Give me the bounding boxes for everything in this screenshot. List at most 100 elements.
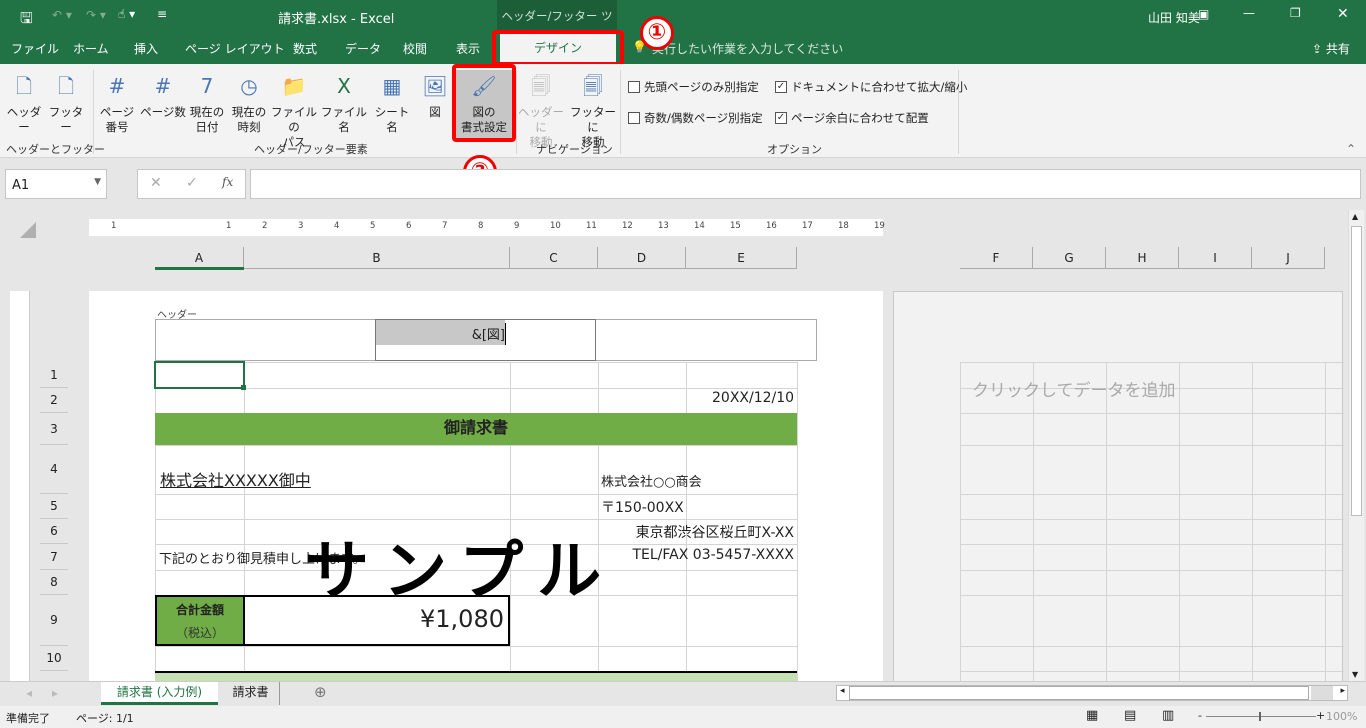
cell-date[interactable]: 20XX/12/10 [712, 390, 794, 406]
header-center-code[interactable]: &[図] [376, 320, 505, 345]
enter-icon[interactable]: ✓ [186, 175, 198, 191]
horizontal-scrollbar[interactable]: ◂ ▸ [836, 685, 1348, 701]
tab-data[interactable]: データ [345, 40, 381, 57]
cell-client[interactable]: 株式会社XXXXX御中 [160, 467, 311, 491]
collapse-ribbon-icon[interactable]: ⌃ [1346, 142, 1356, 156]
zoom-slider[interactable] [1206, 716, 1316, 717]
ruler-tick-label: 7 [442, 221, 448, 231]
cell-company[interactable]: 株式会社○○商会 [601, 471, 702, 490]
calendar-button[interactable]: 7 現在の 日付 [187, 70, 227, 135]
header-button[interactable]: 🗋 ヘッダー [4, 70, 44, 135]
ruler-tick-label: 5 [370, 221, 376, 231]
row-header-7[interactable]: 7 [40, 544, 68, 570]
excel-file-button[interactable]: X ファイル名 [319, 70, 369, 135]
vertical-scrollbar[interactable]: ▲ ▼ [1348, 210, 1364, 684]
ruler-tick-label: 16 [766, 221, 777, 231]
minimize-icon[interactable]: — [1243, 6, 1255, 20]
row-header-5[interactable]: 5 [40, 494, 68, 519]
column-header-H[interactable]: H [1106, 247, 1179, 269]
touch-mode-icon[interactable]: ☝ ▾ [118, 7, 135, 21]
tab-insert[interactable]: 挿入 [134, 40, 158, 57]
sheet-tab[interactable]: 請求書 [222, 682, 280, 705]
checkbox-different-first-page[interactable]: 先頭ページのみ別指定 [628, 79, 759, 95]
tell-me-input[interactable]: 実行したい作業を入力してください [652, 40, 843, 57]
tab-view[interactable]: 表示 [456, 40, 480, 57]
cancel-icon[interactable]: ✕ [150, 175, 162, 191]
next-sheet-icon[interactable]: ▸ [52, 686, 58, 700]
sheet-button[interactable]: ▦ シート名 [372, 70, 412, 135]
row-header-9[interactable]: 9 [40, 595, 68, 646]
name-box[interactable]: A1 ▼ [5, 169, 107, 199]
page-layout-view-icon[interactable]: ▤ [1124, 708, 1136, 723]
vertical-scroll-thumb[interactable] [1351, 226, 1362, 516]
page-count-button[interactable]: # ページ数 [140, 70, 186, 120]
share-button[interactable]: ⇪ 共有 [1312, 40, 1350, 57]
column-header-B[interactable]: B [244, 247, 510, 269]
clock-button[interactable]: ◷ 現在の 時刻 [229, 70, 269, 135]
sheet-tab-active[interactable]: 請求書 (入力例) [101, 682, 218, 705]
row-header-6[interactable]: 6 [40, 519, 68, 544]
user-name[interactable]: 山田 知美 [1148, 9, 1200, 26]
cell-address[interactable]: 東京都渋谷区桜丘町X-XX [636, 522, 794, 542]
prev-sheet-icon[interactable]: ◂ [26, 686, 32, 700]
zoom-out-icon[interactable]: - [1198, 709, 1202, 722]
cell-zip[interactable]: 〒150-00XX [601, 497, 684, 517]
highlight-format-picture [452, 64, 516, 142]
zoom-level[interactable]: 100% [1326, 710, 1357, 723]
horizontal-scroll-thumb[interactable] [849, 686, 1309, 700]
go-to-footer-button[interactable]: 🗐 フッターに 移動 [570, 70, 616, 150]
header-center-section[interactable]: &[図] [375, 319, 596, 361]
column-header-G[interactable]: G [1033, 247, 1106, 269]
column-header-F[interactable]: F [960, 247, 1033, 269]
picture-button[interactable]: 🖼 図 [421, 70, 449, 120]
checkbox-align-margins[interactable]: ✓ ページ余白に合わせて配置 [775, 110, 929, 126]
tab-review[interactable]: 校閲 [403, 40, 427, 57]
row-header-10[interactable]: 10 [40, 646, 68, 671]
formula-input[interactable] [250, 169, 1361, 199]
column-header-A[interactable]: A [155, 247, 244, 269]
row-header-2[interactable]: 2 [40, 388, 68, 413]
page-break-view-icon[interactable]: ▥ [1162, 708, 1174, 723]
checkbox-different-odd-even[interactable]: 奇数/偶数ページ別指定 [628, 110, 763, 126]
save-icon[interactable]: 🖫 [20, 8, 33, 33]
normal-view-icon[interactable]: ▦ [1086, 708, 1098, 723]
checkbox-scale-with-document[interactable]: ✓ ドキュメントに合わせて拡大/縮小 [775, 79, 967, 95]
row-header-3[interactable]: 3 [40, 413, 68, 445]
column-header-I[interactable]: I [1179, 247, 1252, 269]
total-label-cell[interactable]: 合計金額 （税込） [157, 597, 245, 644]
insert-function-icon[interactable]: fx [222, 175, 233, 189]
zoom-in-icon[interactable]: + [1316, 709, 1325, 722]
go-to-header-button[interactable]: 🗐 ヘッダーに 移動 [518, 70, 564, 150]
ribbon-tabs: ファイル ホーム 挿入 ページ レイアウト 数式 データ 校閲 表示 デザイン … [0, 34, 1366, 64]
fill-handle[interactable] [241, 385, 246, 390]
close-icon[interactable]: ✕ [1337, 6, 1349, 22]
undo-icon[interactable]: ↶ ▾ [52, 8, 72, 22]
add-sheet-icon[interactable]: ⊕ [314, 683, 327, 701]
zoom-slider-thumb[interactable] [1259, 712, 1261, 721]
customize-qat-icon[interactable]: ≡ [157, 7, 167, 21]
active-cell-a1[interactable] [154, 361, 245, 389]
ribbon-display-icon[interactable]: ▣ [1198, 7, 1209, 21]
page-number-button[interactable]: # ページ 番号 [99, 70, 135, 135]
watermark-image[interactable]: サンプル [305, 520, 615, 612]
cell-tel[interactable]: TEL/FAX 03-5457-XXXX [632, 547, 794, 563]
cell-title[interactable]: 御請求書 [155, 413, 797, 445]
horizontal-ruler: 1 1 2 3 4 5 6 7 8 9 10 11 12 13 14 15 16 17 18 19 [89, 219, 885, 236]
tab-formulas[interactable]: 数式 [293, 40, 317, 57]
footer-button[interactable]: 🗋 フッター [46, 70, 86, 135]
select-all-button[interactable] [20, 222, 36, 238]
right-page-placeholder[interactable]: クリックしてデータを追加 [972, 376, 1176, 401]
folder-button[interactable]: 📁 ファイルの パス [270, 70, 318, 150]
tab-home[interactable]: ホーム [73, 40, 109, 57]
tab-page-layout[interactable]: ページ レイアウト [185, 40, 285, 57]
column-header-D[interactable]: D [598, 247, 686, 269]
row-header-8[interactable]: 8 [40, 570, 68, 595]
restore-icon[interactable]: ❐ [1290, 6, 1301, 20]
redo-icon[interactable]: ↷ ▾ [86, 8, 106, 22]
column-header-E[interactable]: E [686, 247, 797, 269]
column-header-J[interactable]: J [1252, 247, 1325, 269]
column-header-C[interactable]: C [510, 247, 598, 269]
row-header-4[interactable]: 4 [40, 445, 68, 494]
tab-file[interactable]: ファイル [11, 40, 59, 57]
row-header-1[interactable]: 1 [40, 362, 68, 388]
